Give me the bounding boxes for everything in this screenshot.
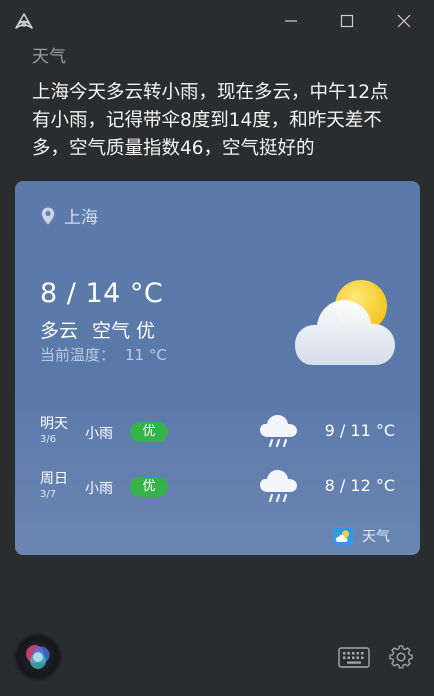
today-temp-range: 8 / 14 °C: [40, 278, 164, 309]
minimize-icon: [285, 20, 297, 22]
weather-app-icon: [334, 526, 353, 546]
location: 上海: [41, 203, 98, 228]
aqi-badge: 优: [130, 477, 168, 497]
weather-source-label: 天气: [362, 529, 390, 545]
minimize-button[interactable]: [276, 8, 306, 34]
today-condition: 多云: [40, 320, 79, 342]
forecast-date: 3/6: [40, 434, 57, 445]
partly-cloudy-icon: [295, 280, 395, 365]
close-button[interactable]: [389, 8, 419, 34]
current-temperature: 当前温度： 11 °C: [40, 344, 167, 365]
keyboard-icon[interactable]: [338, 645, 370, 669]
maximize-icon: [340, 14, 354, 28]
assistant-orb-icon[interactable]: [13, 632, 63, 682]
forecast-row[interactable]: 明天 3/6 小雨 优 9 / 11 °C: [15, 413, 420, 453]
skill-label: 天气: [32, 47, 66, 67]
today-conditions: 多云 空气 优: [40, 316, 155, 343]
title-bar: [0, 0, 434, 42]
aqi-badge: 优: [130, 422, 168, 442]
forecast-condition: 小雨: [85, 481, 113, 497]
weather-card[interactable]: 上海 8 / 14 °C 多云 空气 优 当前温度： 11 °C 明天 3/6 小雨…: [15, 181, 420, 555]
gear-icon[interactable]: [388, 644, 414, 670]
forecast-condition: 小雨: [85, 426, 113, 442]
maximize-button[interactable]: [332, 8, 362, 34]
light-rain-icon: [260, 469, 297, 503]
app-logo-icon: [15, 13, 33, 29]
forecast-day: 周日: [40, 471, 68, 487]
air-quality: 空气 优: [92, 320, 156, 342]
forecast-row[interactable]: 周日 3/7 小雨 优 8 / 12 °C: [15, 468, 420, 508]
current-temp-label: 当前温度：: [40, 346, 116, 364]
location-pin-icon: [41, 207, 55, 224]
assistant-answer: 上海今天多云转小雨，现在多云，中午12点有小雨，记得带伞8度到14度，和昨天差不…: [32, 82, 389, 159]
location-name: 上海: [64, 208, 98, 228]
forecast-temp: 8 / 12 °C: [324, 476, 395, 495]
current-temp-value: 11 °C: [125, 346, 167, 364]
close-icon: [397, 14, 411, 28]
forecast-temp: 9 / 11 °C: [324, 421, 395, 440]
weather-source-link[interactable]: 天气: [334, 526, 390, 546]
forecast-day: 明天: [40, 416, 68, 432]
light-rain-icon: [260, 414, 297, 448]
forecast-date: 3/7: [40, 489, 57, 500]
